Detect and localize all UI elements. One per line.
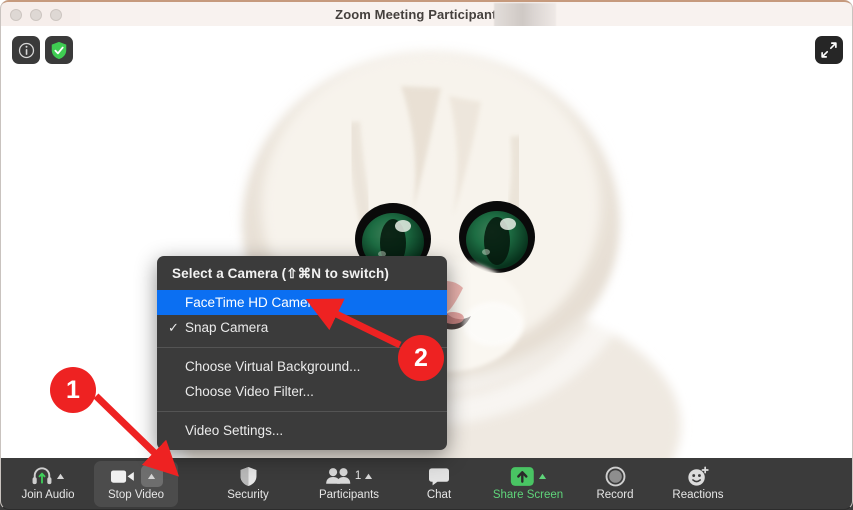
window-title: Zoom Meeting Participant ID:	[335, 7, 518, 22]
stop-video-glyphs: ▲	[110, 465, 163, 487]
chevron-up-icon[interactable]: ▲	[54, 471, 66, 481]
menu-item-facetime-hd-camera[interactable]: FaceTime HD Camera	[157, 290, 447, 315]
window-traffic-lights	[10, 9, 62, 21]
shield-check-icon	[51, 41, 67, 59]
menu-item-choose-video-filter[interactable]: Choose Video Filter...	[157, 379, 447, 404]
annotation-marker-1: 1	[50, 367, 96, 413]
menu-item-snap-camera[interactable]: ✓ Snap Camera	[157, 315, 447, 340]
join-audio-glyphs: ▲	[31, 465, 67, 487]
menu-item-label: Snap Camera	[185, 320, 269, 335]
toolbar-label: Reactions	[672, 489, 724, 501]
menu-item-label: Choose Video Filter...	[185, 384, 314, 399]
toolbar-label: Chat	[426, 489, 452, 501]
menu-item-label: Choose Virtual Background...	[185, 359, 361, 374]
toolbar-label: Participants	[318, 489, 380, 501]
encryption-status-button[interactable]	[45, 36, 73, 64]
speech-bubble-icon	[429, 467, 449, 485]
toolbar-label: Security	[227, 489, 269, 501]
participants-count: 1	[354, 470, 362, 482]
toolbar-button-participants[interactable]: 1 ▲ Participants	[300, 461, 398, 507]
minimize-window-button[interactable]	[30, 9, 42, 21]
zoom-window-button[interactable]	[50, 9, 62, 21]
annotation-marker-2: 2	[398, 335, 444, 381]
toolbar-label: Record	[596, 489, 634, 501]
record-glyphs	[605, 465, 626, 487]
security-glyphs	[239, 465, 258, 487]
toolbar-button-chat[interactable]: Chat	[408, 461, 470, 507]
smiley-plus-icon	[688, 465, 709, 486]
window-titlebar: Zoom Meeting Participant ID:	[0, 0, 853, 26]
select-camera-menu-header: Select a Camera (⇧⌘N to switch)	[172, 266, 389, 281]
toolbar-button-reactions[interactable]: Reactions	[656, 461, 740, 507]
headset-icon	[32, 467, 52, 485]
toolbar-button-security[interactable]: Security	[206, 461, 290, 507]
record-circle-icon	[605, 466, 625, 486]
check-icon: ✓	[168, 320, 179, 335]
menu-item-label: FaceTime HD Camera	[185, 295, 320, 310]
toolbar-button-record[interactable]: Record	[584, 461, 646, 507]
chevron-up-icon[interactable]: ▲	[536, 471, 548, 481]
toolbar-button-share-screen[interactable]: ▲ Share Screen	[480, 461, 576, 507]
shield-icon	[240, 466, 256, 486]
close-window-button[interactable]	[10, 9, 22, 21]
share-up-arrow-icon	[510, 466, 534, 486]
menu-separator	[157, 411, 447, 412]
toolbar-label: Join Audio	[21, 489, 75, 501]
participants-glyphs: 1 ▲	[325, 465, 375, 487]
info-icon	[18, 42, 34, 58]
share-screen-glyphs: ▲	[510, 465, 548, 487]
chevron-up-icon: ▲	[145, 470, 158, 481]
meeting-information-button[interactable]	[12, 36, 40, 64]
reactions-glyphs	[687, 465, 709, 487]
video-camera-icon	[110, 469, 134, 483]
toolbar-label: Share Screen	[492, 489, 564, 501]
expand-arrows-icon	[821, 42, 837, 58]
toolbar-label: Stop Video	[107, 489, 165, 501]
chevron-up-icon[interactable]: ▲	[363, 471, 375, 481]
menu-item-video-settings[interactable]: Video Settings...	[157, 418, 447, 443]
stop-video-chevron-button[interactable]: ▲	[140, 465, 163, 487]
zoom-meeting-window: Zoom Meeting Participant ID: Select a Ca…	[0, 0, 853, 510]
chat-glyphs	[428, 465, 450, 487]
participant-id-redaction	[494, 3, 556, 26]
meeting-toolbar: ▲ Join Audio ▲ Stop Video Security 1 ▲ P…	[0, 458, 853, 510]
enter-fullscreen-button[interactable]	[815, 36, 843, 64]
menu-item-label: Video Settings...	[185, 423, 284, 438]
toolbar-button-stop-video[interactable]: ▲ Stop Video	[94, 461, 178, 507]
toolbar-button-join-audio[interactable]: ▲ Join Audio	[10, 461, 86, 507]
people-icon	[325, 468, 351, 484]
